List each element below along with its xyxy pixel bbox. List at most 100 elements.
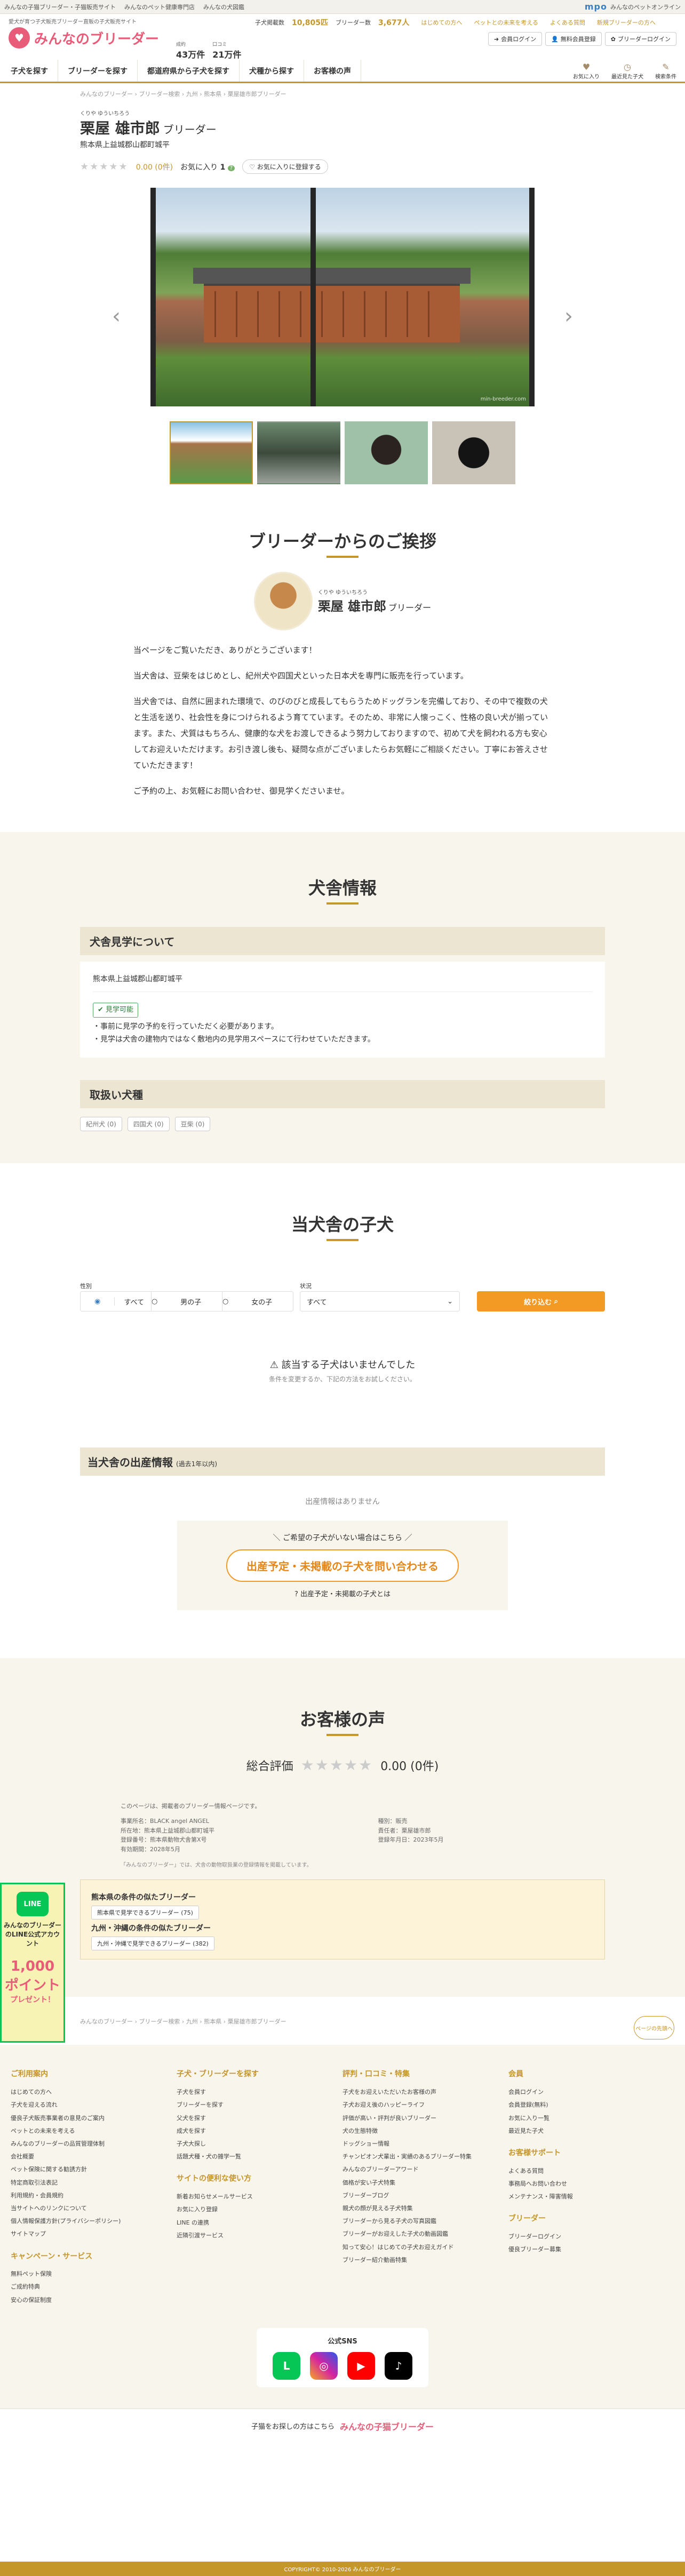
footer-link[interactable]: みんなのブリーダーの品質管理体制: [11, 2138, 177, 2150]
nav-prefecture[interactable]: 都道府県から子犬を探す: [138, 60, 240, 82]
breed-tag[interactable]: 紀州犬 (0): [80, 1117, 122, 1132]
cat-site-link[interactable]: みんなの子猫ブリーダー・子猫販売サイト: [4, 3, 116, 11]
member-login-button[interactable]: ➜ 会員ログイン: [488, 32, 543, 46]
similar-pref-link[interactable]: 熊本県で見学できるブリーダー (75): [91, 1906, 199, 1920]
inquiry-help-link[interactable]: ? 出産予定・未掲載の子犬とは: [189, 1588, 496, 1598]
footer-link[interactable]: 父犬を探す: [177, 2112, 342, 2125]
nav-puppies[interactable]: 子犬を探す: [9, 60, 58, 82]
footer-link[interactable]: メンテナンス・障害情報: [508, 2190, 674, 2203]
footer-link[interactable]: ペット保険に関する勧誘方針: [11, 2163, 177, 2176]
footer-link[interactable]: 評価が高い・評判が良いブリーダー: [342, 2112, 508, 2125]
filter-search-button[interactable]: 絞り込む ⌕: [477, 1291, 605, 1312]
footer-link[interactable]: ブリーダーから見る子犬の写真図鑑: [342, 2215, 508, 2228]
breeder-login-button[interactable]: ✿ ブリーダーログイン: [604, 32, 676, 46]
site-logo[interactable]: ♥ みんなのブリーダー: [9, 27, 174, 49]
footer-link[interactable]: 子犬お迎え後のハッピーライフ: [342, 2099, 508, 2111]
footer-link[interactable]: よくある質問: [508, 2165, 674, 2178]
footer-link[interactable]: LINE の連携: [177, 2217, 342, 2229]
footer-link[interactable]: お気に入り登録: [177, 2203, 342, 2216]
thumbnail[interactable]: [432, 421, 515, 484]
footer-link[interactable]: 新着お知らせメールサービス: [177, 2190, 342, 2203]
breadcrumb-item[interactable]: ブリーダー検索: [139, 91, 180, 98]
footer-link[interactable]: 子犬をお迎えいただいたお客様の声: [342, 2086, 508, 2099]
help-icon[interactable]: ?: [227, 165, 235, 171]
footer-link[interactable]: 価格が安い子犬特集: [342, 2177, 508, 2189]
breed-tag[interactable]: 四国犬 (0): [127, 1117, 170, 1132]
footer-link[interactable]: チャンピオン犬輩出・実績のあるブリーダー特集: [342, 2150, 508, 2163]
health-store-link[interactable]: みんなのペット健康専門店: [124, 3, 195, 11]
add-favorite-button[interactable]: ♡ お気に入りに登録する: [242, 159, 328, 174]
mpo-logo[interactable]: mpo: [585, 2, 607, 12]
nav-reviews[interactable]: お客様の声: [304, 60, 361, 82]
status-select[interactable]: すべて ⌄: [300, 1291, 460, 1312]
footer-link[interactable]: ドッグショー情報: [342, 2138, 508, 2150]
footer-link[interactable]: 子犬大探し: [177, 2138, 342, 2150]
instagram-icon[interactable]: ◎: [310, 2351, 338, 2380]
footer-link[interactable]: 知って安心！はじめての子犬お迎えガイド: [342, 2241, 508, 2254]
nav-saved-search[interactable]: ✎ 検索条件: [655, 62, 676, 80]
tiktok-icon[interactable]: ♪: [385, 2351, 412, 2380]
sex-option-all[interactable]: ◉ すべて: [81, 1292, 152, 1311]
nav-favorites[interactable]: ♥ お気に入り: [573, 62, 600, 80]
nav-breeders[interactable]: ブリーダーを探す: [58, 60, 138, 82]
sex-option-female[interactable]: ○ 女の子: [222, 1292, 293, 1311]
sex-option-male[interactable]: ○ 男の子: [152, 1292, 222, 1311]
page-top-button[interactable]: ページの先頭へ: [634, 2016, 674, 2039]
footer-link[interactable]: 子犬を探す: [177, 2086, 342, 2099]
footer-link[interactable]: 優良子犬販売事業者の意見のご案内: [11, 2112, 177, 2125]
footer-link[interactable]: みんなのブリーダーアワード: [342, 2163, 508, 2176]
kennel-main-photo[interactable]: min-breeder.com: [150, 188, 535, 406]
footer-link[interactable]: 安心の保証制度: [11, 2294, 177, 2307]
line-campaign-banner[interactable]: LINE みんなのブリーダーのLINE公式アカウント 1,000ポイント プレゼ…: [0, 1883, 65, 2043]
breadcrumb-item[interactable]: 九州: [186, 91, 198, 98]
footer-link[interactable]: 成犬を探す: [177, 2125, 342, 2138]
footer-link[interactable]: 利用規約・会員規約: [11, 2189, 177, 2202]
footer-link[interactable]: 事務局へお問い合わせ: [508, 2178, 674, 2190]
footer-link[interactable]: 最近見た子犬: [508, 2125, 674, 2138]
footer-link[interactable]: ブリーダーログイン: [508, 2230, 674, 2243]
thumbnail[interactable]: [170, 421, 253, 484]
footer-link[interactable]: 犬の生態特徴: [342, 2125, 508, 2138]
breadcrumb-item[interactable]: みんなのブリーダー: [80, 91, 133, 98]
footer-link[interactable]: 優良ブリーダー募集: [508, 2243, 674, 2256]
footer-link[interactable]: サイトマップ: [11, 2228, 177, 2241]
footer-link[interactable]: 当サイトへのリンクについて: [11, 2202, 177, 2215]
thumbnail[interactable]: [345, 421, 428, 484]
breed-tag[interactable]: 豆柴 (0): [174, 1117, 211, 1132]
footer-link[interactable]: 親犬の顔が見える子犬特集: [342, 2202, 508, 2215]
footer-link[interactable]: 特定商取引法表記: [11, 2177, 177, 2189]
footer-link[interactable]: 無料ペット保険: [11, 2268, 177, 2281]
footer-link[interactable]: 会員ログイン: [508, 2086, 674, 2099]
dog-encyclopedia-link[interactable]: みんなの犬図鑑: [203, 3, 244, 11]
footer-link[interactable]: 個人情報保護方針(プライバシーポリシー): [11, 2215, 177, 2228]
footer-link[interactable]: ブリーダーを探す: [177, 2099, 342, 2111]
next-arrow-icon[interactable]: ›: [564, 304, 573, 329]
footer-link[interactable]: ブリーダーブログ: [342, 2189, 508, 2202]
prev-arrow-icon[interactable]: ‹: [112, 304, 121, 329]
footer-link[interactable]: 話題犬種・犬の雑学一覧: [177, 2150, 342, 2163]
line-icon[interactable]: L: [273, 2351, 300, 2380]
breadcrumb-item[interactable]: 熊本県: [204, 91, 221, 98]
member-register-button[interactable]: 👤 無料会員登録: [545, 32, 602, 46]
footer-link[interactable]: 子犬を迎える流れ: [11, 2099, 177, 2111]
util-link-faq[interactable]: よくある質問: [550, 18, 585, 27]
footer-link[interactable]: 会社概要: [11, 2150, 177, 2163]
footer-link[interactable]: ペットとの未来を考える: [11, 2125, 177, 2138]
footer-link[interactable]: はじめての方へ: [11, 2086, 177, 2099]
util-link-beginner[interactable]: はじめての方へ: [421, 18, 462, 27]
footer-link[interactable]: ご成約特典: [11, 2281, 177, 2293]
footer-link[interactable]: お気に入り一覧: [508, 2112, 674, 2125]
footer-link[interactable]: ブリーダー紹介動画特集: [342, 2254, 508, 2267]
thumbnail[interactable]: [257, 421, 340, 484]
inquiry-button[interactable]: 出産予定・未掲載の子犬を問い合わせる: [226, 1549, 459, 1582]
youtube-icon[interactable]: ▶: [347, 2351, 375, 2380]
nav-history[interactable]: ◷ 最近見た子犬: [611, 62, 643, 80]
cat-site-banner[interactable]: 子猫をお探しの方はこちら みんなの子猫ブリーダー: [0, 2408, 685, 2443]
nav-breed[interactable]: 犬種から探す: [240, 60, 304, 82]
util-link-new-breeder[interactable]: 新規ブリーダーの方へ: [597, 18, 656, 27]
footer-link[interactable]: 近隣引渡サービス: [177, 2229, 342, 2242]
util-link-future[interactable]: ペットとの未来を考える: [474, 18, 538, 27]
similar-region-link[interactable]: 九州・沖縄で見学できるブリーダー (382): [91, 1937, 214, 1951]
footer-link[interactable]: 会員登録(無料): [508, 2099, 674, 2111]
footer-link[interactable]: ブリーダーがお迎えした子犬の動画図鑑: [342, 2228, 508, 2241]
